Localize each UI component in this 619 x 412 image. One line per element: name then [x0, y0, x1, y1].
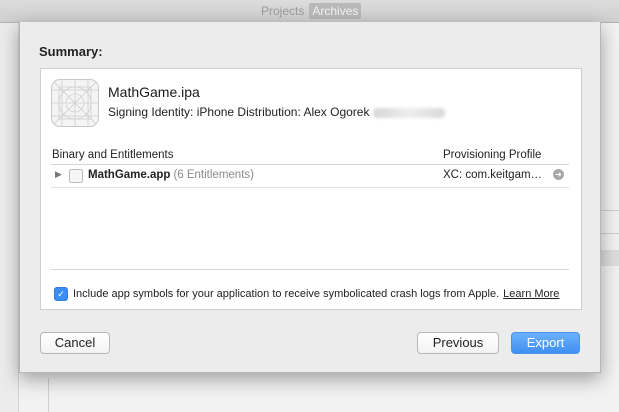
toolbar-tabs: Projects Archives	[258, 3, 362, 19]
include-symbols-checkbox[interactable]: ✓	[54, 287, 68, 301]
entitlements-count: (6 Entitlements)	[173, 169, 254, 181]
export-summary-sheet: Summary: MathGame.ipa Signing Identity: …	[19, 22, 601, 373]
include-symbols-label: Include app symbols for your application…	[73, 288, 500, 300]
signing-identity-label: Signing Identity: iPhone Distribution: A…	[108, 105, 370, 119]
export-button[interactable]: Export	[511, 332, 580, 354]
tab-archives[interactable]: Archives	[309, 3, 362, 19]
background-divider	[48, 378, 49, 412]
app-icon-placeholder	[51, 79, 99, 127]
summary-panel: MathGame.ipa Signing Identity: iPhone Di…	[40, 68, 582, 310]
binary-name: MathGame.app (6 Entitlements)	[88, 169, 254, 181]
cancel-button[interactable]: Cancel	[40, 332, 110, 354]
background-sidebar	[0, 23, 19, 412]
column-header-profile: Provisioning Profile	[443, 149, 542, 161]
app-bundle-icon	[69, 169, 83, 183]
window-toolbar: Projects Archives	[0, 0, 619, 23]
learn-more-link[interactable]: Learn More	[503, 288, 559, 300]
tab-projects[interactable]: Projects	[258, 3, 307, 19]
table-row[interactable]: ▶ MathGame.app (6 Entitlements) XC: com.k…	[51, 165, 569, 188]
previous-button[interactable]: Previous	[417, 332, 499, 354]
ipa-filename: MathGame.ipa	[108, 84, 200, 100]
column-header-binary: Binary and Entitlements	[52, 149, 174, 161]
background-divider	[600, 210, 619, 211]
provisioning-profile: XC: com.keitgam…	[443, 169, 543, 181]
summary-title: Summary:	[39, 44, 103, 59]
signing-identity: Signing Identity: iPhone Distribution: A…	[108, 105, 446, 119]
disclosure-triangle-icon[interactable]: ▶	[55, 169, 62, 180]
panel-divider	[51, 269, 569, 270]
go-arrow-icon[interactable]: ➜	[553, 169, 564, 180]
include-symbols-option: ✓ Include app symbols for your applicati…	[54, 287, 559, 301]
background-row	[600, 250, 619, 266]
redacted-text	[373, 107, 446, 118]
background-divider	[600, 233, 619, 234]
